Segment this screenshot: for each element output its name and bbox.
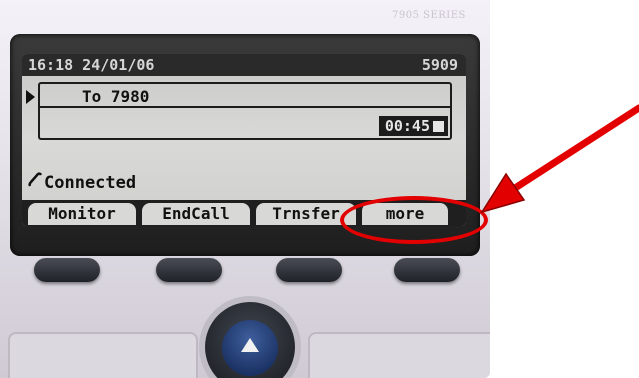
arrow-head-icon (480, 172, 526, 214)
annotation-arrow (480, 104, 639, 214)
arrow-shaft (508, 104, 639, 194)
